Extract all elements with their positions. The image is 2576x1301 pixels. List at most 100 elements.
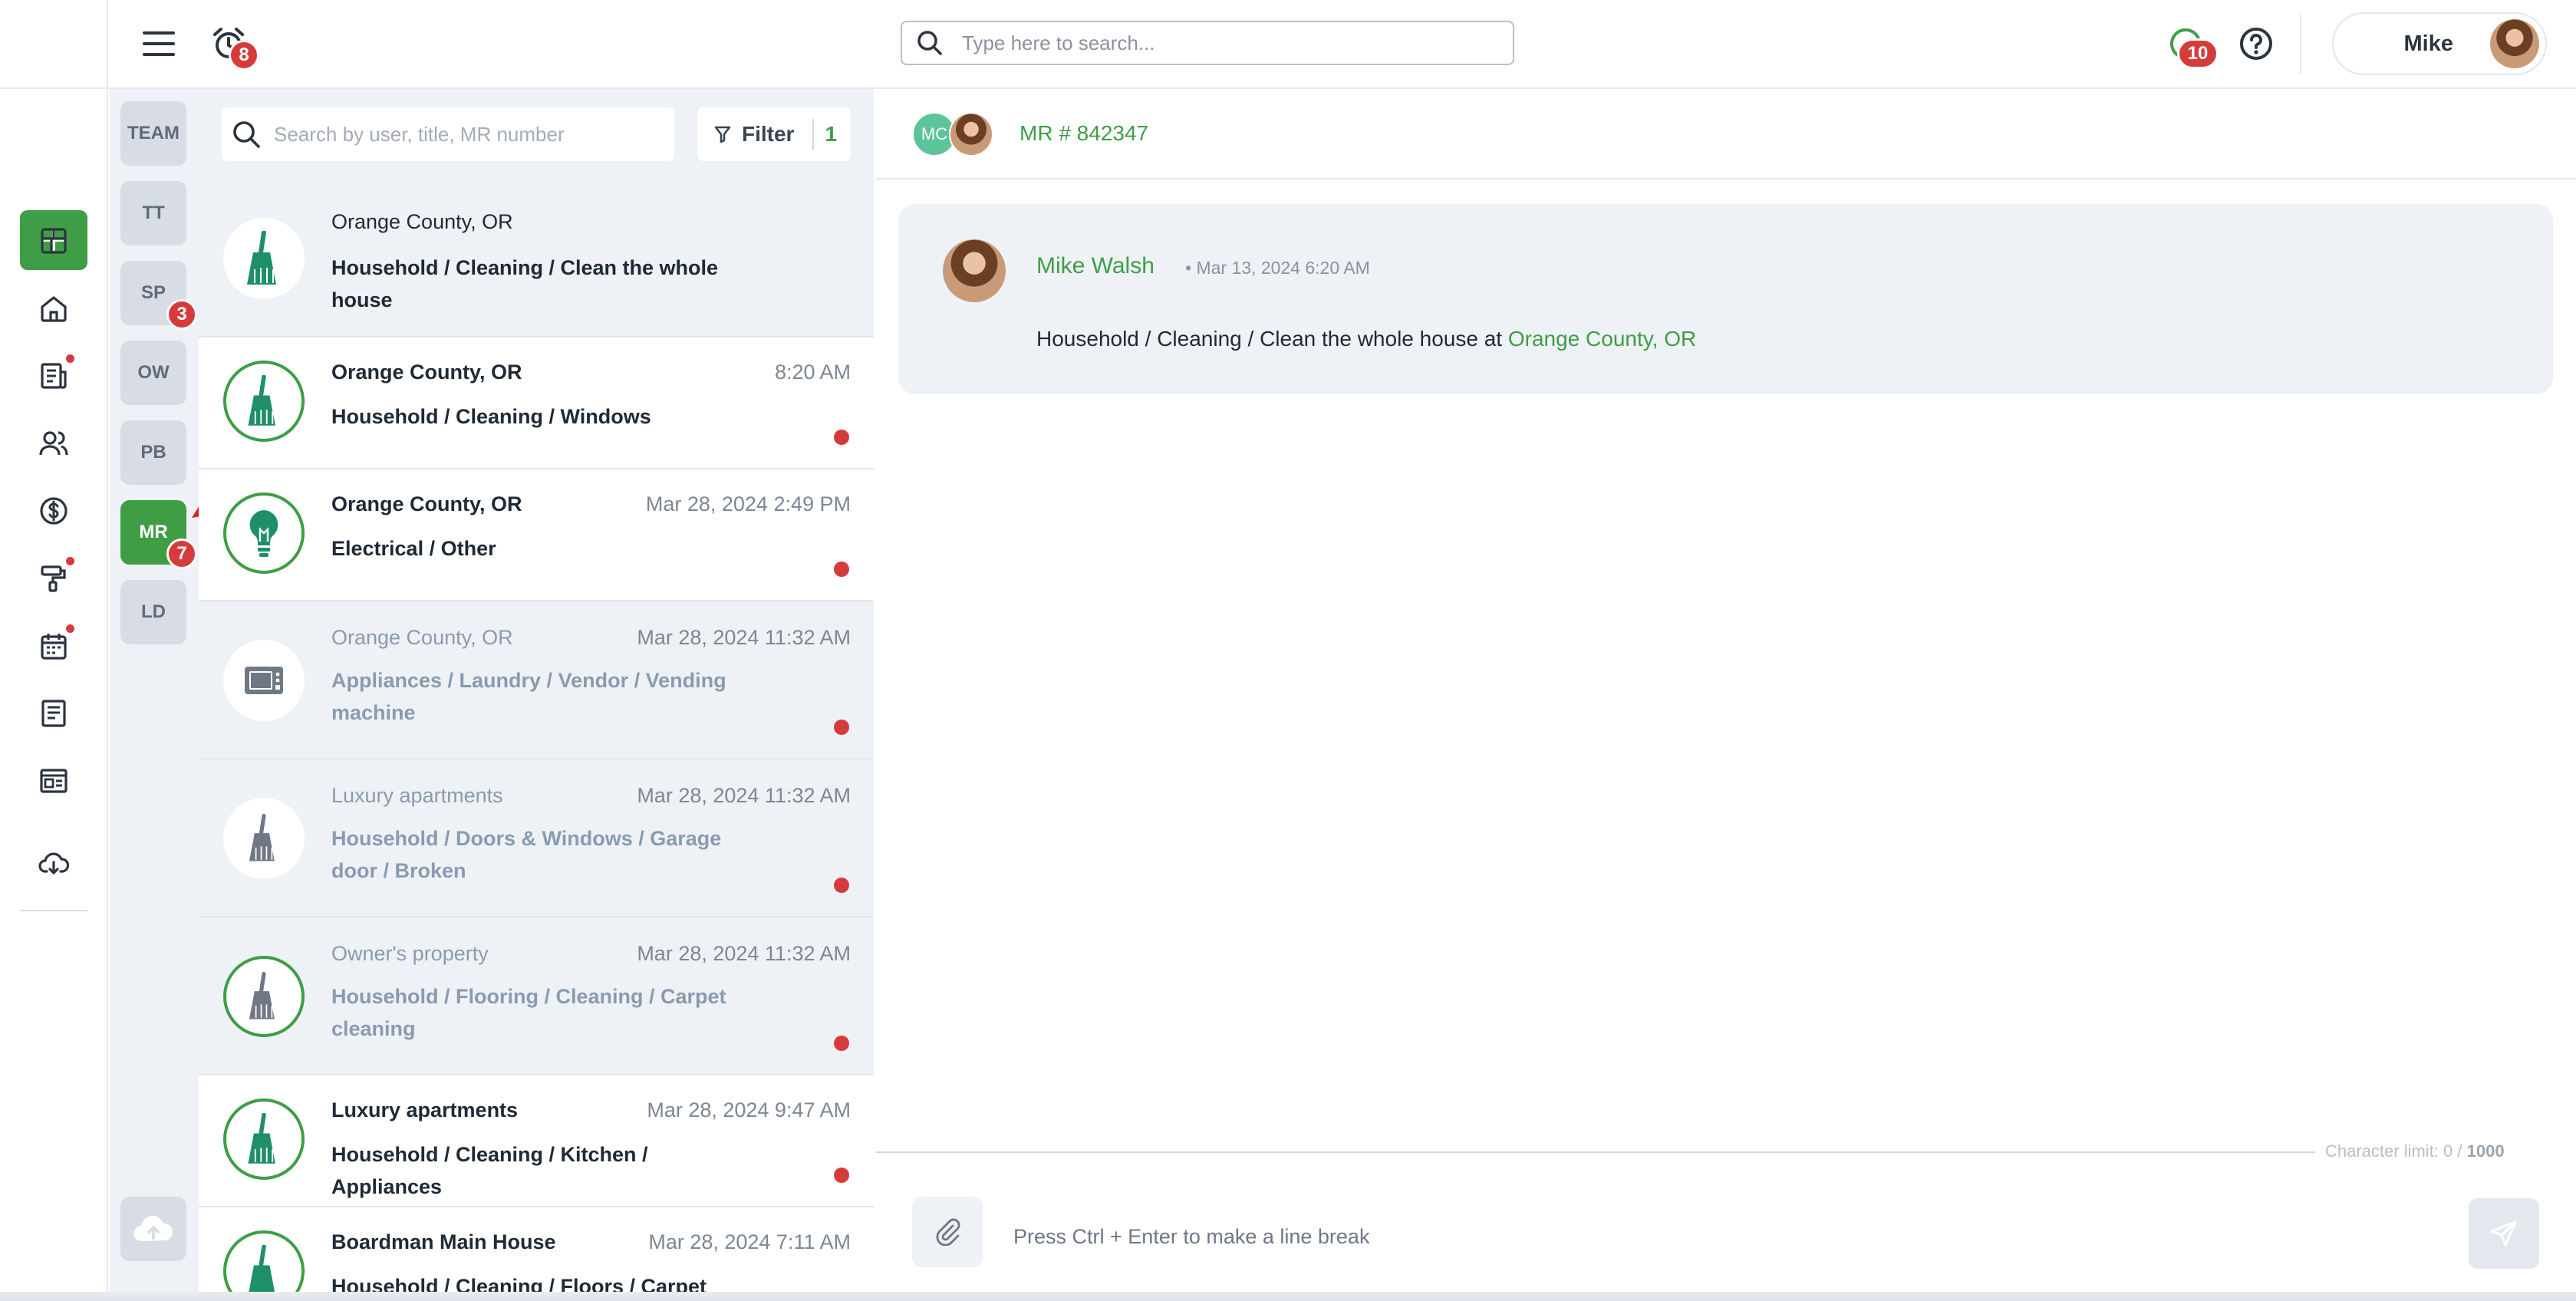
item-time: Mar 28, 2024 11:32 AM: [637, 784, 851, 807]
hamburger-menu-icon[interactable]: [141, 26, 176, 61]
list-item[interactable]: Boardman Main House Mar 28, 2024 7:11 AM…: [199, 1207, 874, 1301]
compose-divider: [875, 1151, 2315, 1153]
scrollbar-track[interactable]: [0, 1292, 2576, 1301]
calendar-icon[interactable]: [37, 629, 71, 663]
list-item[interactable]: Orange County, OR Mar 28, 2024 2:49 PM E…: [199, 469, 874, 601]
search-icon: [233, 121, 260, 148]
item-title: Household / Flooring / Cleaning / Carpet…: [331, 985, 726, 1040]
paint-roller-icon[interactable]: [37, 562, 71, 595]
category-team[interactable]: TEAM: [120, 101, 186, 166]
item-time: Mar 28, 2024 11:32 AM: [637, 626, 851, 649]
item-location: Orange County, OR: [331, 361, 522, 384]
message-location-link[interactable]: Orange County, OR: [1508, 327, 1696, 351]
broom-icon: [223, 218, 305, 299]
item-title: Household / Cleaning / Clean the whole h…: [331, 256, 719, 311]
item-location: Orange County, OR: [331, 626, 513, 649]
list-item[interactable]: Luxury apartments Mar 28, 2024 9:47 AM H…: [199, 1075, 874, 1207]
send-icon: [2490, 1220, 2517, 1247]
home-icon[interactable]: [37, 291, 71, 325]
category-label: MR: [139, 522, 168, 542]
rail-divider: [20, 910, 87, 911]
users-icon[interactable]: [37, 427, 71, 460]
item-title: Appliances / Laundry / Vendor / Vending …: [331, 669, 726, 724]
category-label: OW: [137, 362, 170, 383]
chat-header: MC MR # 842347: [875, 89, 2576, 180]
character-limit-max: 1000: [2466, 1141, 2505, 1161]
search-icon: [917, 31, 942, 55]
category-sp[interactable]: SP 3: [120, 261, 197, 330]
message-at: at: [1484, 327, 1503, 351]
category-label: PB: [140, 442, 166, 463]
paperclip-icon: [936, 1218, 960, 1246]
list-search-input[interactable]: [272, 121, 656, 147]
unread-dot: [834, 878, 849, 893]
user-menu[interactable]: Mike: [2332, 12, 2547, 75]
unread-dot: [834, 562, 849, 577]
category-tt[interactable]: TT: [120, 181, 186, 245]
author-avatar: [943, 239, 1006, 302]
send-button[interactable]: [2469, 1198, 2539, 1269]
item-location: Luxury apartments: [331, 784, 503, 807]
message-date: • Mar 13, 2024 6:20 AM: [1185, 258, 1370, 278]
item-title: Electrical / Other: [331, 537, 496, 560]
item-time: Mar 28, 2024 7:11 AM: [648, 1230, 851, 1253]
list-item[interactable]: Orange County, OR 8:20 AM Household / Cl…: [199, 338, 874, 469]
chat-panel: MC MR # 842347 Mike Walsh • Mar 13, 2024…: [875, 89, 2576, 1301]
filter-count: 1: [825, 122, 838, 146]
notification-dot: [66, 557, 74, 565]
item-time: 8:20 AM: [774, 361, 851, 384]
filter-label: Filter: [742, 122, 795, 146]
upload-button[interactable]: [120, 1197, 186, 1261]
global-search-input[interactable]: [960, 30, 1482, 56]
list-item[interactable]: Luxury apartments Mar 28, 2024 11:32 AM …: [199, 759, 874, 917]
filter-icon: [714, 126, 731, 143]
help-icon[interactable]: [2238, 26, 2274, 61]
cloud-download-icon[interactable]: [37, 847, 71, 881]
item-title: Household / Cleaning / Kitchen / Applian…: [331, 1143, 648, 1198]
category-badge: 7: [166, 539, 197, 569]
filter-divider: [812, 119, 815, 150]
mr-number[interactable]: MR # 842347: [1020, 121, 1148, 146]
list-search[interactable]: [222, 107, 674, 161]
message-date-text: Mar 13, 2024 6:20 AM: [1196, 258, 1370, 278]
notes-icon[interactable]: [37, 697, 71, 730]
global-search[interactable]: [901, 21, 1514, 65]
item-location: Owner's property: [331, 942, 489, 965]
broom-icon: [223, 956, 305, 1037]
participant-avatar: [949, 112, 993, 156]
list-item[interactable]: Orange County, OR Mar 28, 2024 11:32 AM …: [199, 601, 874, 759]
request-list-panel: Filter 1 Orange County, OR Household / C…: [199, 89, 874, 1301]
category-ow[interactable]: OW: [120, 341, 186, 405]
notification-dot: [66, 624, 74, 633]
left-rail: [0, 89, 108, 1301]
list-header: Filter 1: [199, 89, 874, 181]
message-text: Household / Cleaning / Clean the whole h…: [1036, 327, 1696, 351]
lightbulb-icon: [223, 492, 305, 574]
chat-icon[interactable]: 10: [2168, 26, 2219, 69]
alarm-icon[interactable]: 8: [209, 23, 259, 71]
list-item[interactable]: Orange County, OR Household / Cleaning /…: [199, 181, 874, 338]
item-title: Household / Doors & Windows / Garage doo…: [331, 827, 722, 882]
list-item[interactable]: Owner's property Mar 28, 2024 11:32 AM H…: [199, 917, 874, 1075]
category-mr[interactable]: MR 7: [120, 500, 197, 569]
category-label: TEAM: [127, 123, 180, 143]
document-icon[interactable]: [37, 359, 71, 393]
dollar-icon[interactable]: [37, 494, 71, 528]
user-name: Mike: [2403, 31, 2453, 56]
item-location: Orange County, OR: [331, 492, 522, 515]
category-pb[interactable]: PB: [120, 420, 186, 485]
message-input[interactable]: [1012, 1221, 2316, 1252]
unread-dot: [834, 1168, 849, 1183]
message-card: Mike Walsh • Mar 13, 2024 6:20 AM Househ…: [898, 204, 2553, 394]
dashboard-icon[interactable]: [37, 224, 71, 258]
author-name[interactable]: Mike Walsh: [1036, 253, 1155, 279]
filter-button[interactable]: Filter 1: [697, 107, 851, 161]
attach-button[interactable]: [912, 1197, 983, 1267]
id-card-icon[interactable]: [37, 764, 71, 798]
category-ld[interactable]: LD: [120, 580, 186, 644]
character-limit: Character limit: 0 / 1000: [2325, 1141, 2505, 1161]
category-badge: 3: [166, 299, 197, 330]
logo-area: [0, 0, 108, 89]
item-time: Mar 28, 2024 9:47 AM: [647, 1098, 851, 1121]
user-avatar: [2490, 19, 2539, 68]
